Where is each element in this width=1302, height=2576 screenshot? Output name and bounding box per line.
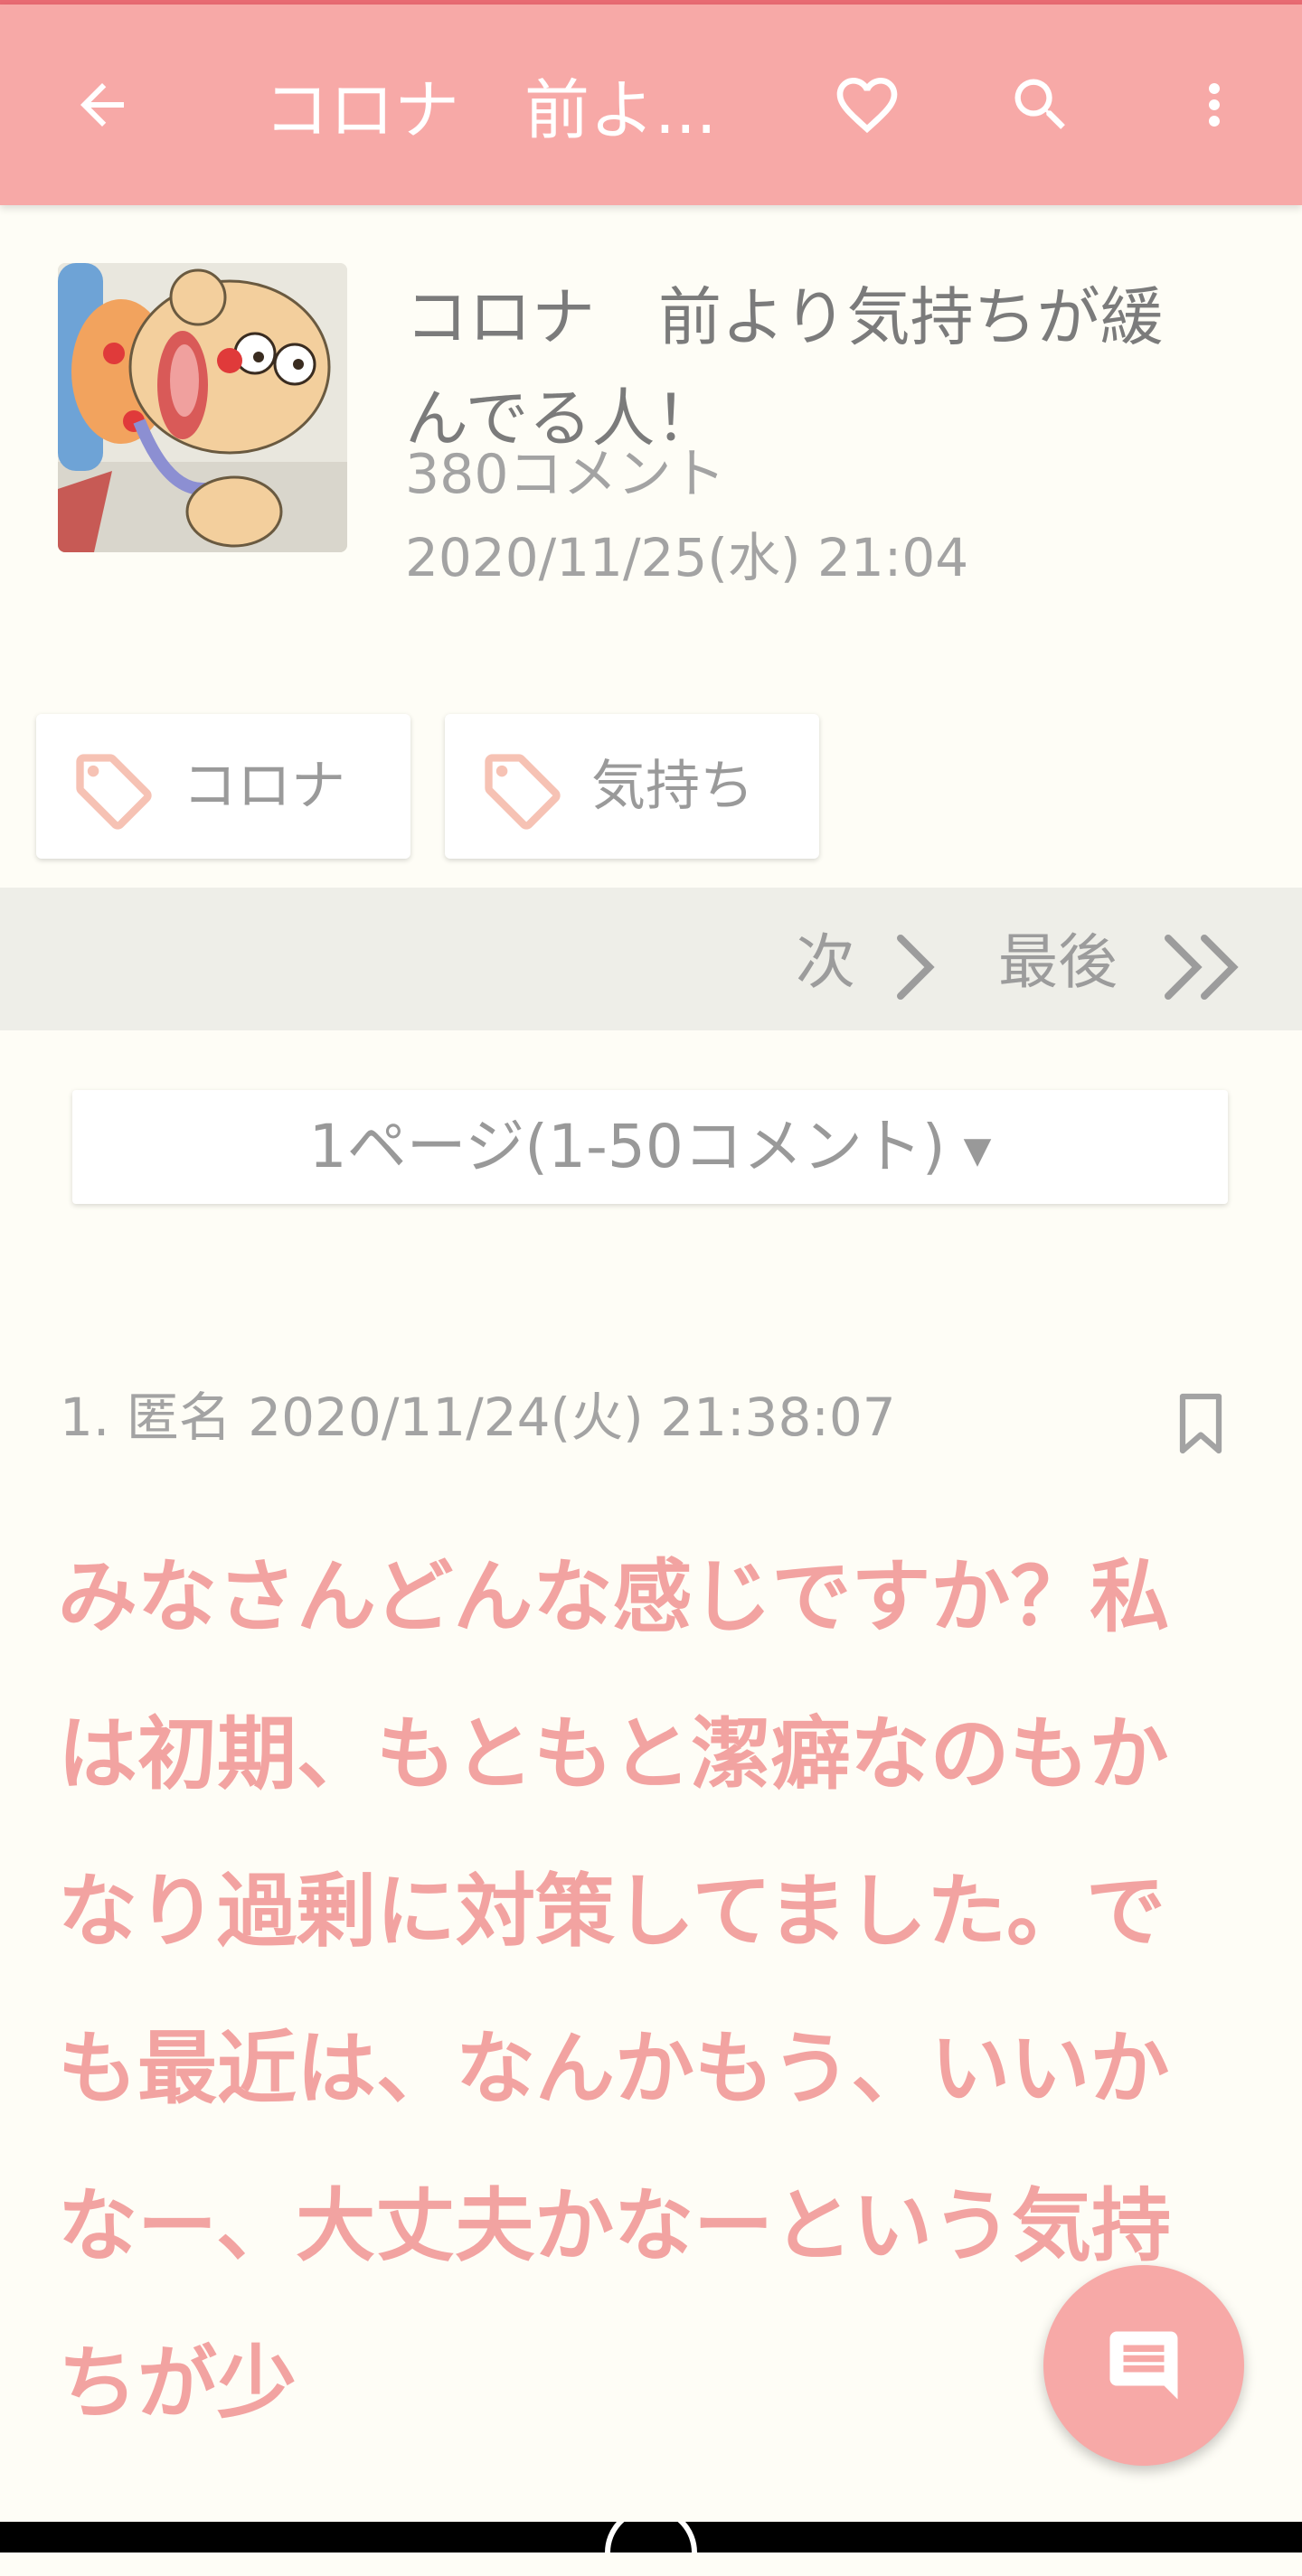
home-indicator-icon[interactable] (604, 2522, 698, 2576)
post-comment-fab[interactable] (1043, 2265, 1244, 2466)
comment-meta: 1. 匿名 2020/11/24(火) 21:38:07 (60, 1387, 896, 1448)
heart-outline-icon (836, 78, 898, 134)
tag-icon (76, 754, 152, 830)
page-select-dropdown[interactable]: 1ページ(1-50コメント) ▼ (72, 1090, 1228, 1204)
app-bar: コロナ 前よ... (0, 5, 1302, 205)
last-page-link[interactable]: 最後 (998, 922, 1118, 1003)
favorite-button[interactable] (817, 55, 917, 155)
back-button[interactable] (52, 55, 152, 155)
search-button[interactable] (991, 55, 1090, 155)
tag-chip-kimochi[interactable]: 気持ち (445, 714, 819, 859)
chevron-down-icon: ▼ (963, 1129, 992, 1171)
page-select-value: 1ページ(1-50コメント) (308, 1112, 946, 1181)
chevron-right-icon[interactable] (890, 931, 944, 1003)
more-vert-icon (1209, 83, 1220, 127)
tag-label: 気持ち (591, 755, 754, 818)
next-page-link[interactable]: 次 (796, 922, 855, 1003)
pager-bar: 次 最後 (0, 888, 1302, 1030)
comment-icon (1109, 2331, 1178, 2400)
cartoon-character-thumbnail (58, 263, 347, 552)
arrow-left-icon (80, 83, 124, 127)
topic-header: コロナ 前より気持ちが緩んでる人！ 380コメント 2020/11/25(水) … (0, 205, 1302, 892)
more-options-button[interactable] (1165, 55, 1264, 155)
tag-chip-corona[interactable]: コロナ (36, 714, 410, 859)
app-bar-title: コロナ 前よ... (264, 72, 717, 148)
tag-icon (485, 754, 561, 830)
topic-date: 2020/11/25(水) 21:04 (405, 527, 969, 588)
topic-thumbnail[interactable] (58, 263, 347, 552)
tag-label: コロナ (183, 755, 345, 818)
comment-count: 380コメント (405, 443, 726, 506)
double-chevron-right-icon[interactable] (1161, 931, 1251, 1003)
search-icon (1014, 79, 1065, 129)
bookmark-icon[interactable] (1174, 1392, 1228, 1455)
